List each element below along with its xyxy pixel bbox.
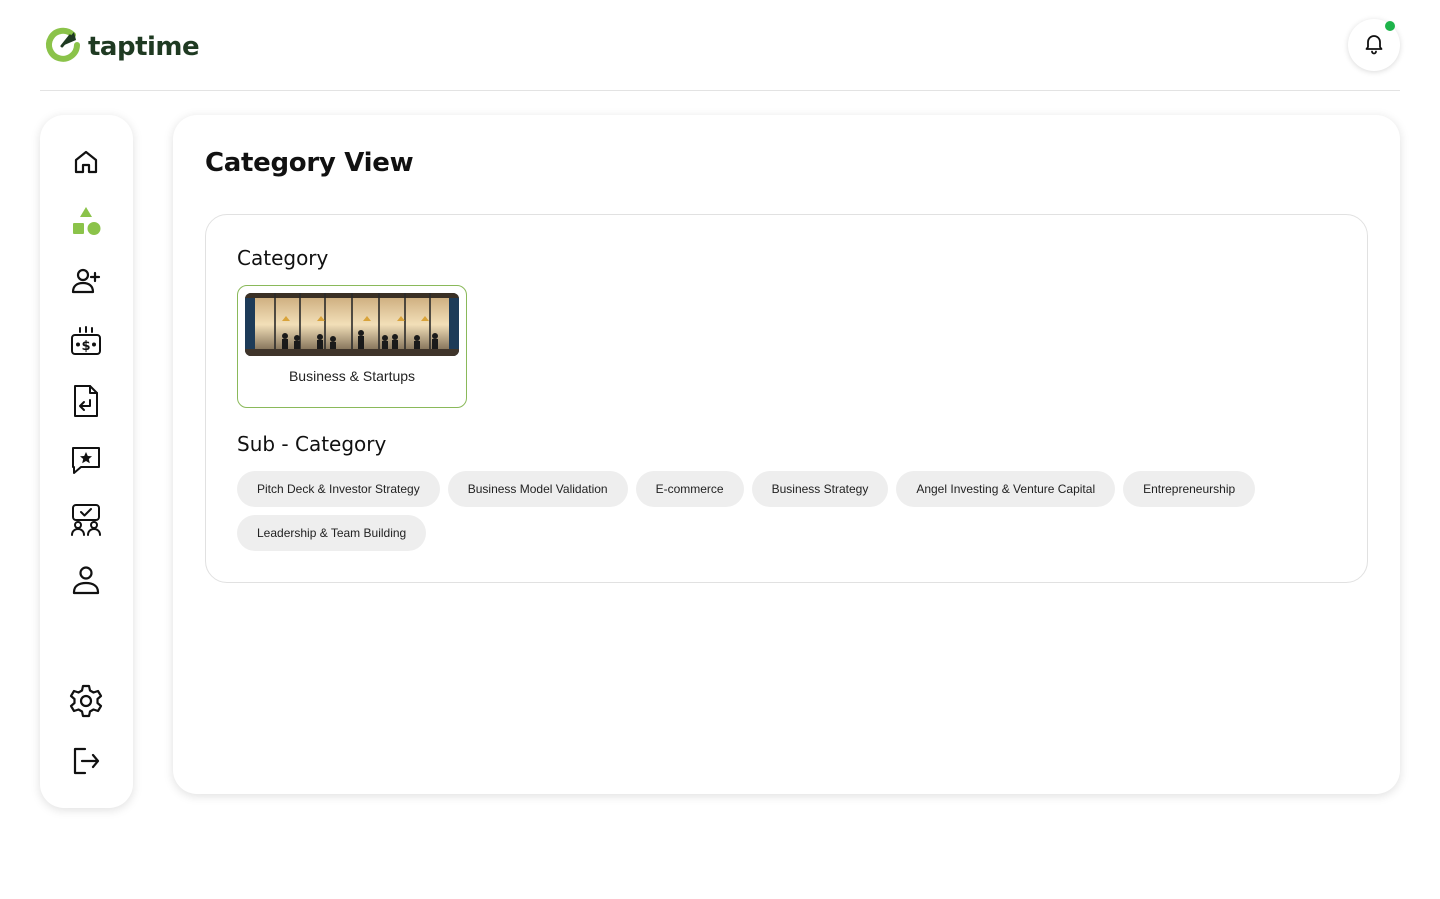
gear-icon: [69, 684, 103, 718]
add-user-icon: [71, 268, 101, 294]
group-check-icon: [71, 504, 101, 536]
user-icon: [72, 566, 100, 595]
notification-dot: [1385, 21, 1395, 31]
sidebar-item-profile[interactable]: [69, 563, 103, 597]
notifications-button[interactable]: [1348, 19, 1400, 71]
sidebar-item-documents[interactable]: [69, 384, 103, 418]
category-details-card: Category Business & Startups Sub - Categ…: [205, 214, 1368, 583]
subcategory-chip[interactable]: Leadership & Team Building: [237, 515, 427, 551]
sidebar-item-payments[interactable]: $: [69, 324, 103, 358]
page-title: Category View: [205, 148, 414, 178]
bell-icon: [1362, 31, 1386, 60]
sidebar-item-logout[interactable]: [69, 744, 103, 778]
subcategory-chip[interactable]: Business Strategy: [751, 471, 889, 507]
star-message-icon: [72, 447, 100, 474]
category-image: [245, 293, 459, 356]
subcategory-chip[interactable]: Pitch Deck & Investor Strategy: [237, 471, 440, 507]
home-icon: [74, 150, 98, 174]
subcategory-chip[interactable]: Entrepreneurship: [1123, 471, 1256, 507]
logout-icon: [73, 747, 100, 775]
sidebar-item-categories[interactable]: [69, 204, 103, 238]
sidebar-item-add-user[interactable]: [69, 264, 103, 298]
category-name: Business & Startups: [288, 368, 416, 384]
category-heading: Category: [237, 246, 329, 270]
subcategory-chip[interactable]: Business Model Validation: [447, 471, 628, 507]
subcategory-list: Pitch Deck & Investor Strategy Business …: [237, 471, 1337, 551]
taptime-logo-icon: [44, 26, 82, 69]
money-icon: $: [71, 326, 101, 355]
subcategory-heading: Sub - Category: [237, 432, 387, 456]
subcategory-chip[interactable]: Angel Investing & Venture Capital: [896, 471, 1116, 507]
subcategory-chip[interactable]: E-commerce: [635, 471, 744, 507]
shapes-icon: [73, 207, 101, 235]
sidebar-item-reviews[interactable]: [69, 443, 103, 477]
svg-text:$: $: [81, 339, 90, 354]
logo-text: taptime: [88, 32, 200, 62]
document-return-icon: [74, 385, 98, 417]
sidebar-item-sessions[interactable]: [69, 503, 103, 537]
sidebar-item-settings[interactable]: [69, 684, 103, 718]
category-card[interactable]: Business & Startups: [237, 285, 467, 408]
logo[interactable]: taptime: [44, 26, 200, 69]
sidebar-item-home[interactable]: [69, 145, 103, 179]
top-bar: taptime: [40, 0, 1400, 91]
main-panel: Category View Category Business & Startu…: [173, 115, 1400, 794]
sidebar: $: [40, 115, 133, 808]
